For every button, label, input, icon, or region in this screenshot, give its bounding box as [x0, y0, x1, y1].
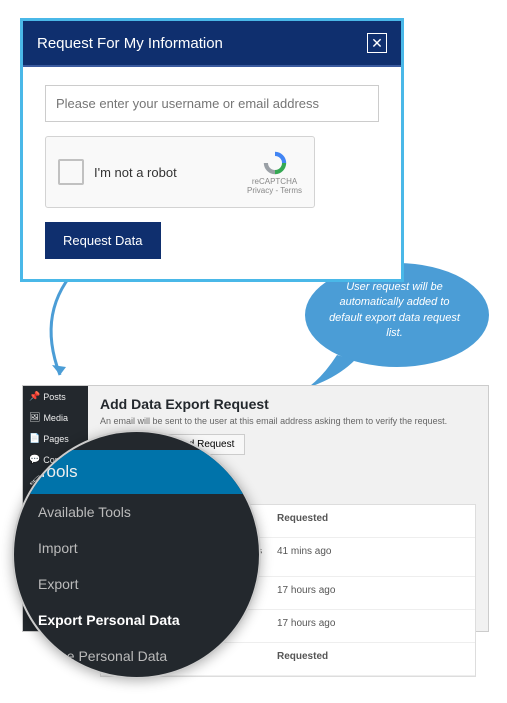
- modal-title: Request For My Information: [37, 35, 223, 52]
- sidebar-item-posts[interactable]: 📌Posts: [23, 386, 88, 407]
- recaptcha-logo-icon: reCAPTCHA Privacy - Terms: [247, 149, 302, 195]
- sidebar-item-media[interactable]: 🖼Media: [23, 407, 88, 428]
- close-icon[interactable]: ✕: [367, 33, 387, 53]
- menu-tools[interactable]: Tools: [14, 450, 259, 494]
- username-email-input[interactable]: [45, 85, 379, 122]
- magnifier-lens: Tools Available ToolsImportExportExport …: [12, 430, 261, 679]
- bubble-text: User request will be automatically added…: [322, 280, 467, 342]
- modal-body: I'm not a robot reCAPTCHA Privacy - Term…: [23, 67, 401, 279]
- submenu-item[interactable]: Available Tools: [14, 494, 259, 530]
- modal-header: Request For My Information ✕: [23, 21, 401, 67]
- page-icon: 📄: [29, 433, 40, 444]
- submenu-item[interactable]: Export Personal Data: [14, 602, 259, 638]
- request-data-button[interactable]: Request Data: [45, 222, 161, 259]
- recaptcha-widget[interactable]: I'm not a robot reCAPTCHA Privacy - Term…: [45, 136, 315, 208]
- pin-icon: 📌: [29, 391, 40, 402]
- recaptcha-label: I'm not a robot: [94, 165, 247, 180]
- media-icon: 🖼: [29, 412, 40, 423]
- lens-content: Tools Available ToolsImportExportExport …: [14, 432, 259, 679]
- submenu-item[interactable]: Import: [14, 530, 259, 566]
- page-subtext: An email will be sent to the user at thi…: [100, 416, 476, 426]
- submenu-item[interactable]: Export: [14, 566, 259, 602]
- recaptcha-checkbox[interactable]: [58, 159, 84, 185]
- row-requested: 41 mins ago: [277, 546, 465, 568]
- col-requested: Requested: [277, 513, 465, 529]
- request-info-modal: Request For My Information ✕ I'm not a r…: [20, 18, 404, 282]
- row-requested: 17 hours ago: [277, 585, 465, 601]
- row-requested: 17 hours ago: [277, 618, 465, 634]
- page-heading: Add Data Export Request: [100, 396, 476, 412]
